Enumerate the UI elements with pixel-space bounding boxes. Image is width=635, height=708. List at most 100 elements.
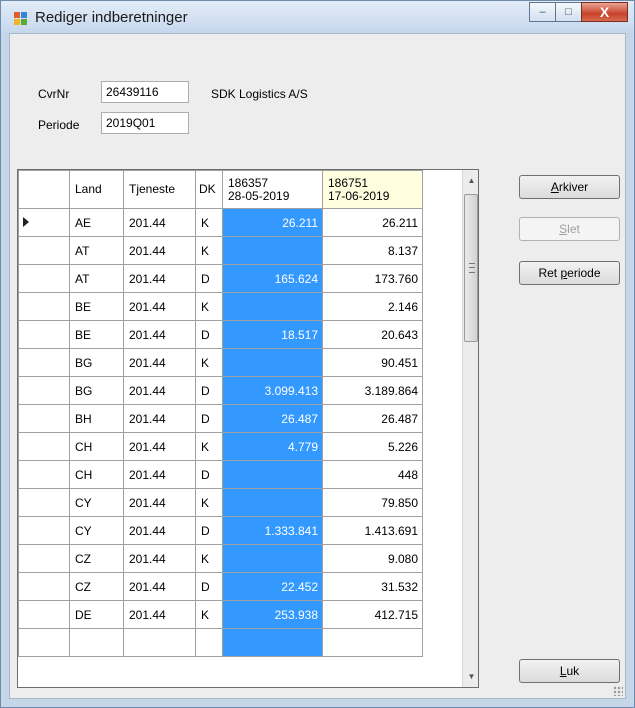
row-header[interactable] (18, 544, 70, 573)
cell-value-186357[interactable]: 3.099.413 (222, 376, 323, 405)
cell-dk[interactable]: D (195, 320, 223, 349)
table-row[interactable]: BG 201.44 K 90.451 (18, 348, 423, 377)
cell-dk[interactable]: D (195, 572, 223, 601)
archive-button[interactable]: Arkiver (519, 175, 620, 199)
cell-value-186357[interactable]: 253.938 (222, 600, 323, 629)
cell-value-186751[interactable]: 26.487 (322, 404, 423, 433)
cell-tjeneste[interactable]: 201.44 (123, 348, 196, 377)
cell-value-186751[interactable] (322, 628, 423, 657)
cell-dk[interactable]: K (195, 348, 223, 377)
cell-dk[interactable]: K (195, 432, 223, 461)
cell-tjeneste[interactable]: 201.44 (123, 208, 196, 237)
cell-value-186357[interactable]: 165.624 (222, 264, 323, 293)
cvr-field[interactable]: 26439116 (101, 81, 189, 103)
table-row[interactable]: CY 201.44 K 79.850 (18, 488, 423, 517)
cell-dk[interactable]: K (195, 292, 223, 321)
table-row[interactable] (18, 628, 423, 657)
row-header[interactable] (18, 572, 70, 601)
row-header[interactable] (18, 628, 70, 657)
row-header[interactable] (18, 348, 70, 377)
close-window-button[interactable]: X (581, 2, 628, 22)
row-header[interactable] (18, 376, 70, 405)
cell-dk[interactable]: K (195, 488, 223, 517)
cell-dk[interactable] (195, 628, 223, 657)
cell-value-186751[interactable]: 2.146 (322, 292, 423, 321)
cell-tjeneste[interactable]: 201.44 (123, 432, 196, 461)
close-button[interactable]: Luk (519, 659, 620, 683)
minimize-button[interactable]: – (529, 2, 556, 22)
cell-value-186357[interactable]: 4.779 (222, 432, 323, 461)
cell-value-186357[interactable] (222, 292, 323, 321)
row-header[interactable] (18, 404, 70, 433)
row-header[interactable] (18, 600, 70, 629)
cell-tjeneste[interactable]: 201.44 (123, 264, 196, 293)
table-row[interactable]: CZ 201.44 K 9.080 (18, 544, 423, 573)
cell-value-186751[interactable]: 90.451 (322, 348, 423, 377)
cell-dk[interactable]: K (195, 208, 223, 237)
cell-value-186357[interactable] (222, 488, 323, 517)
cell-land[interactable]: CZ (69, 572, 124, 601)
table-row[interactable]: CH 201.44 K 4.779 5.226 (18, 432, 423, 461)
cell-value-186751[interactable]: 9.080 (322, 544, 423, 573)
table-row[interactable]: CZ 201.44 D 22.452 31.532 (18, 572, 423, 601)
cell-dk[interactable]: K (195, 600, 223, 629)
cell-value-186357[interactable] (222, 544, 323, 573)
column-header-186751[interactable]: 186751 17-06-2019 (322, 170, 423, 209)
cell-value-186751[interactable]: 26.211 (322, 208, 423, 237)
cell-value-186357[interactable]: 26.487 (222, 404, 323, 433)
cell-dk[interactable]: D (195, 516, 223, 545)
cell-value-186751[interactable]: 8.137 (322, 236, 423, 265)
cell-value-186751[interactable]: 1.413.691 (322, 516, 423, 545)
cell-land[interactable]: BE (69, 320, 124, 349)
table-row[interactable]: DE 201.44 K 253.938 412.715 (18, 600, 423, 629)
table-row[interactable]: BG 201.44 D 3.099.413 3.189.864 (18, 376, 423, 405)
fix-period-button[interactable]: Ret p eriode (519, 261, 620, 285)
cell-value-186751[interactable]: 5.226 (322, 432, 423, 461)
cell-land[interactable] (69, 628, 124, 657)
cell-land[interactable]: AE (69, 208, 124, 237)
cell-land[interactable]: DE (69, 600, 124, 629)
cell-value-186751[interactable]: 448 (322, 460, 423, 489)
cell-land[interactable]: CY (69, 488, 124, 517)
cell-tjeneste[interactable]: 201.44 (123, 404, 196, 433)
cell-value-186357[interactable]: 1.333.841 (222, 516, 323, 545)
row-header[interactable] (18, 460, 70, 489)
cell-value-186751[interactable]: 79.850 (322, 488, 423, 517)
maximize-button[interactable]: □ (555, 2, 582, 22)
cell-tjeneste[interactable]: 201.44 (123, 516, 196, 545)
period-field[interactable]: 2019Q01 (101, 112, 189, 134)
cell-tjeneste[interactable]: 201.44 (123, 572, 196, 601)
cell-value-186751[interactable]: 412.715 (322, 600, 423, 629)
cell-value-186357[interactable] (222, 348, 323, 377)
cell-dk[interactable]: D (195, 264, 223, 293)
cell-value-186357[interactable]: 18.517 (222, 320, 323, 349)
cell-value-186357[interactable] (222, 628, 323, 657)
cell-land[interactable]: BE (69, 292, 124, 321)
row-header[interactable] (18, 432, 70, 461)
scroll-down-icon[interactable]: ▼ (463, 668, 478, 685)
cell-land[interactable]: BH (69, 404, 124, 433)
scroll-up-icon[interactable]: ▲ (463, 172, 478, 189)
cell-value-186751[interactable]: 173.760 (322, 264, 423, 293)
cell-dk[interactable]: D (195, 460, 223, 489)
cell-dk[interactable]: D (195, 376, 223, 405)
cell-tjeneste[interactable]: 201.44 (123, 292, 196, 321)
table-row[interactable]: CH 201.44 D 448 (18, 460, 423, 489)
cell-dk[interactable]: K (195, 236, 223, 265)
cell-land[interactable]: CZ (69, 544, 124, 573)
resize-grip-icon[interactable] (613, 686, 623, 696)
row-header[interactable] (18, 516, 70, 545)
cell-land[interactable]: AT (69, 264, 124, 293)
data-grid[interactable]: Land Tjeneste DK 186357 28-05-2019 186751… (17, 169, 479, 688)
cell-tjeneste[interactable]: 201.44 (123, 544, 196, 573)
cell-value-186751[interactable]: 3.189.864 (322, 376, 423, 405)
row-header[interactable] (18, 236, 70, 265)
cell-value-186357[interactable]: 26.211 (222, 208, 323, 237)
vertical-scrollbar[interactable]: ▲ ▼ (462, 170, 478, 687)
cell-value-186357[interactable] (222, 236, 323, 265)
cell-value-186751[interactable]: 31.532 (322, 572, 423, 601)
cell-land[interactable]: CY (69, 516, 124, 545)
cell-land[interactable]: AT (69, 236, 124, 265)
cell-tjeneste[interactable] (123, 628, 196, 657)
cell-land[interactable]: CH (69, 460, 124, 489)
